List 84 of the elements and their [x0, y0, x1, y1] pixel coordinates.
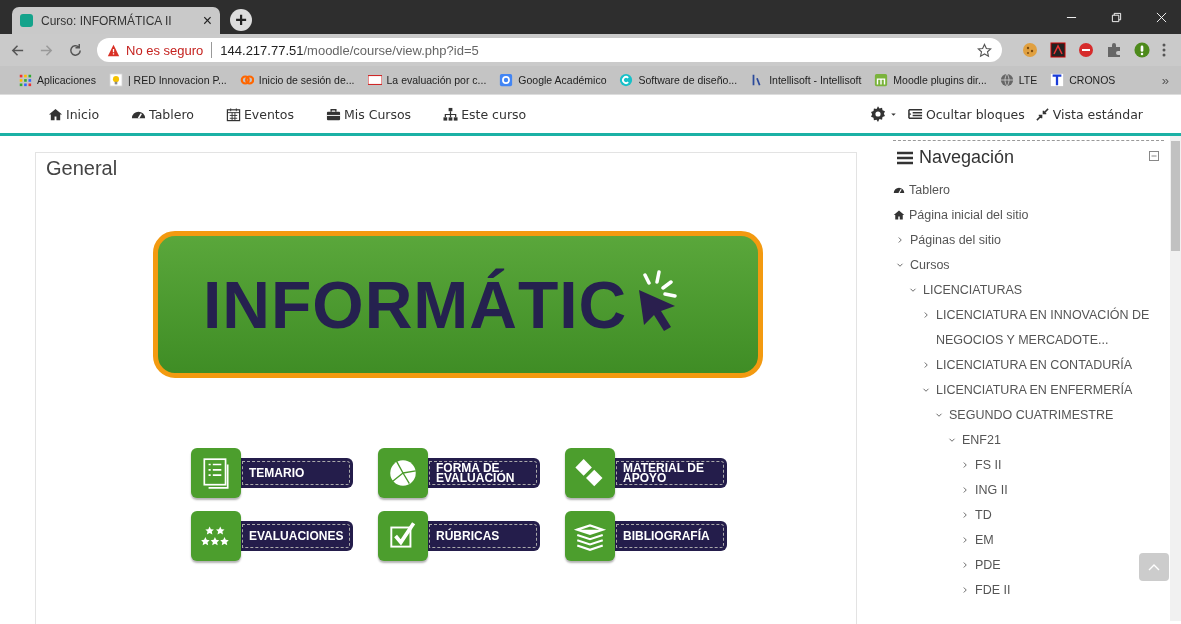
letter-logo-icon	[1050, 73, 1065, 87]
banner-link[interactable]: BIBLIOGRAFÍA	[613, 521, 727, 551]
new-tab-button[interactable]: +	[230, 9, 252, 31]
tree-item[interactable]: Páginas del sitio	[893, 228, 1002, 253]
reload-icon[interactable]	[68, 42, 83, 58]
tree-item[interactable]: FDE II	[958, 578, 1011, 603]
section-title: General	[46, 157, 119, 180]
url-text: 144.217.77.51/moodle/course/view.php?id=5	[220, 42, 479, 58]
navbar-link[interactable]: Vista estándar	[1034, 106, 1143, 122]
calendar-icon	[225, 106, 241, 122]
scrollbar-thumb[interactable]	[1171, 141, 1180, 251]
banner-link[interactable]: MATERIAL DE APOYO	[613, 458, 727, 488]
browser-tab[interactable]: Curso: INFORMÁTICA II ×	[12, 7, 220, 34]
menu-icon[interactable]	[1162, 42, 1166, 58]
navbar-link[interactable]: Este curso	[443, 106, 527, 122]
pdf-icon[interactable]	[1050, 42, 1066, 58]
navbar-link[interactable]: Tablero	[131, 106, 194, 122]
circle-logo-icon	[619, 73, 634, 87]
banner-link[interactable]: TEMARIO	[239, 458, 353, 488]
settings-menu-button[interactable]	[868, 105, 898, 123]
rings-icon	[239, 73, 254, 87]
briefcase-icon	[325, 106, 341, 122]
bookmark-link[interactable]: Google Académico	[499, 73, 607, 87]
restore-icon[interactable]	[1111, 11, 1122, 23]
block-title: Navegación	[919, 147, 1016, 168]
home-icon	[48, 106, 63, 122]
banner-link[interactable]: RÚBRICAS	[426, 521, 540, 551]
bookmark-link[interactable]: Software de diseño...	[619, 73, 738, 87]
navbar-link[interactable]: Ocultar bloques	[907, 106, 1025, 122]
bookmark-link[interactable]: Intellisoft - Intellisoft	[750, 73, 862, 87]
site-favicon-icon	[20, 14, 33, 27]
lightbulb-icon	[108, 73, 123, 87]
star-icon[interactable]	[977, 42, 992, 58]
compress-arrows-icon	[1034, 106, 1050, 122]
bookmark-link[interactable]: | RED Innovacion P...	[108, 73, 227, 87]
tree-item[interactable]: SEGUNDO CUATRIMESTRE	[932, 403, 1114, 428]
close-tab-button[interactable]: ×	[202, 11, 212, 30]
tree-item[interactable]: EM	[958, 528, 994, 553]
cookie-icon[interactable]	[1022, 42, 1038, 58]
sitemap-icon	[443, 106, 459, 122]
more-bookmarks-button[interactable]: »	[1161, 72, 1169, 88]
settings-icon	[868, 105, 887, 123]
collapse-block-icon[interactable]	[1149, 151, 1159, 161]
tree-item[interactable]: TD	[958, 503, 992, 528]
chevron-up-icon	[1148, 563, 1160, 571]
close-icon[interactable]	[1156, 11, 1167, 23]
tree-item[interactable]: Página inicial del sitio	[893, 203, 1029, 228]
tree-item[interactable]: LICENCIATURAS	[906, 278, 1023, 303]
globe-icon	[999, 73, 1014, 87]
scholar-icon	[499, 73, 514, 87]
bookmark-link[interactable]: Inicio de sesión de...	[239, 73, 355, 87]
banner-link[interactable]: FORMA DE EVALUACIÓN	[426, 458, 540, 488]
address-bar[interactable]: No es seguro 144.217.77.51/moodle/course/view.php?id=5	[97, 38, 1002, 62]
tree-item[interactable]: ENF21	[945, 428, 1001, 453]
warning-icon	[107, 43, 120, 57]
tree-item[interactable]: FS II	[958, 453, 1002, 478]
navbar-link[interactable]: Eventos	[225, 106, 294, 122]
profile-icon[interactable]	[1134, 42, 1150, 58]
navbar-link[interactable]: Mis Cursos	[325, 106, 412, 122]
tab-title: Curso: INFORMÁTICA II	[41, 13, 173, 28]
security-label: No es seguro	[126, 42, 204, 58]
moodle-logo-icon	[874, 73, 889, 87]
home-icon	[893, 209, 905, 221]
tree-item[interactable]: Cursos	[893, 253, 950, 278]
tree-item[interactable]: LICENCIATURA EN ENFERMERÍA	[919, 378, 1133, 403]
bookmark-link[interactable]: La evaluación por c...	[367, 73, 487, 87]
indent-lines-icon	[907, 106, 923, 122]
banner-title: INFORMÁTIC	[203, 266, 628, 343]
bookmark-link[interactable]: Aplicaciones	[18, 73, 96, 87]
badge-icon[interactable]	[1078, 42, 1094, 58]
bookmark-link[interactable]: CRONOS	[1050, 73, 1116, 87]
navbar-link[interactable]: Inicio	[48, 106, 100, 122]
menu-lines-icon	[897, 150, 913, 165]
bookmark-link[interactable]: LTE	[999, 73, 1038, 87]
logo-icon	[367, 73, 382, 87]
tree-item[interactable]: ING II	[958, 478, 1008, 503]
tree-item[interactable]: LICENCIATURA EN INNOVACIÓN DE NEGOCIOS Y MERCADOTE...	[919, 303, 1164, 353]
tree-item[interactable]: LICENCIATURA EN CONTADURÍA	[919, 353, 1133, 378]
banner-link[interactable]: EVALUACIONES	[239, 521, 353, 551]
tree-item[interactable]: PDE	[958, 553, 1001, 578]
apps-grid-icon	[18, 73, 32, 87]
bookmark-link[interactable]: Moodle plugins dir...	[874, 73, 987, 87]
tree-item[interactable]: Tablero	[893, 178, 950, 203]
puzzle-icon[interactable]	[1106, 42, 1122, 58]
